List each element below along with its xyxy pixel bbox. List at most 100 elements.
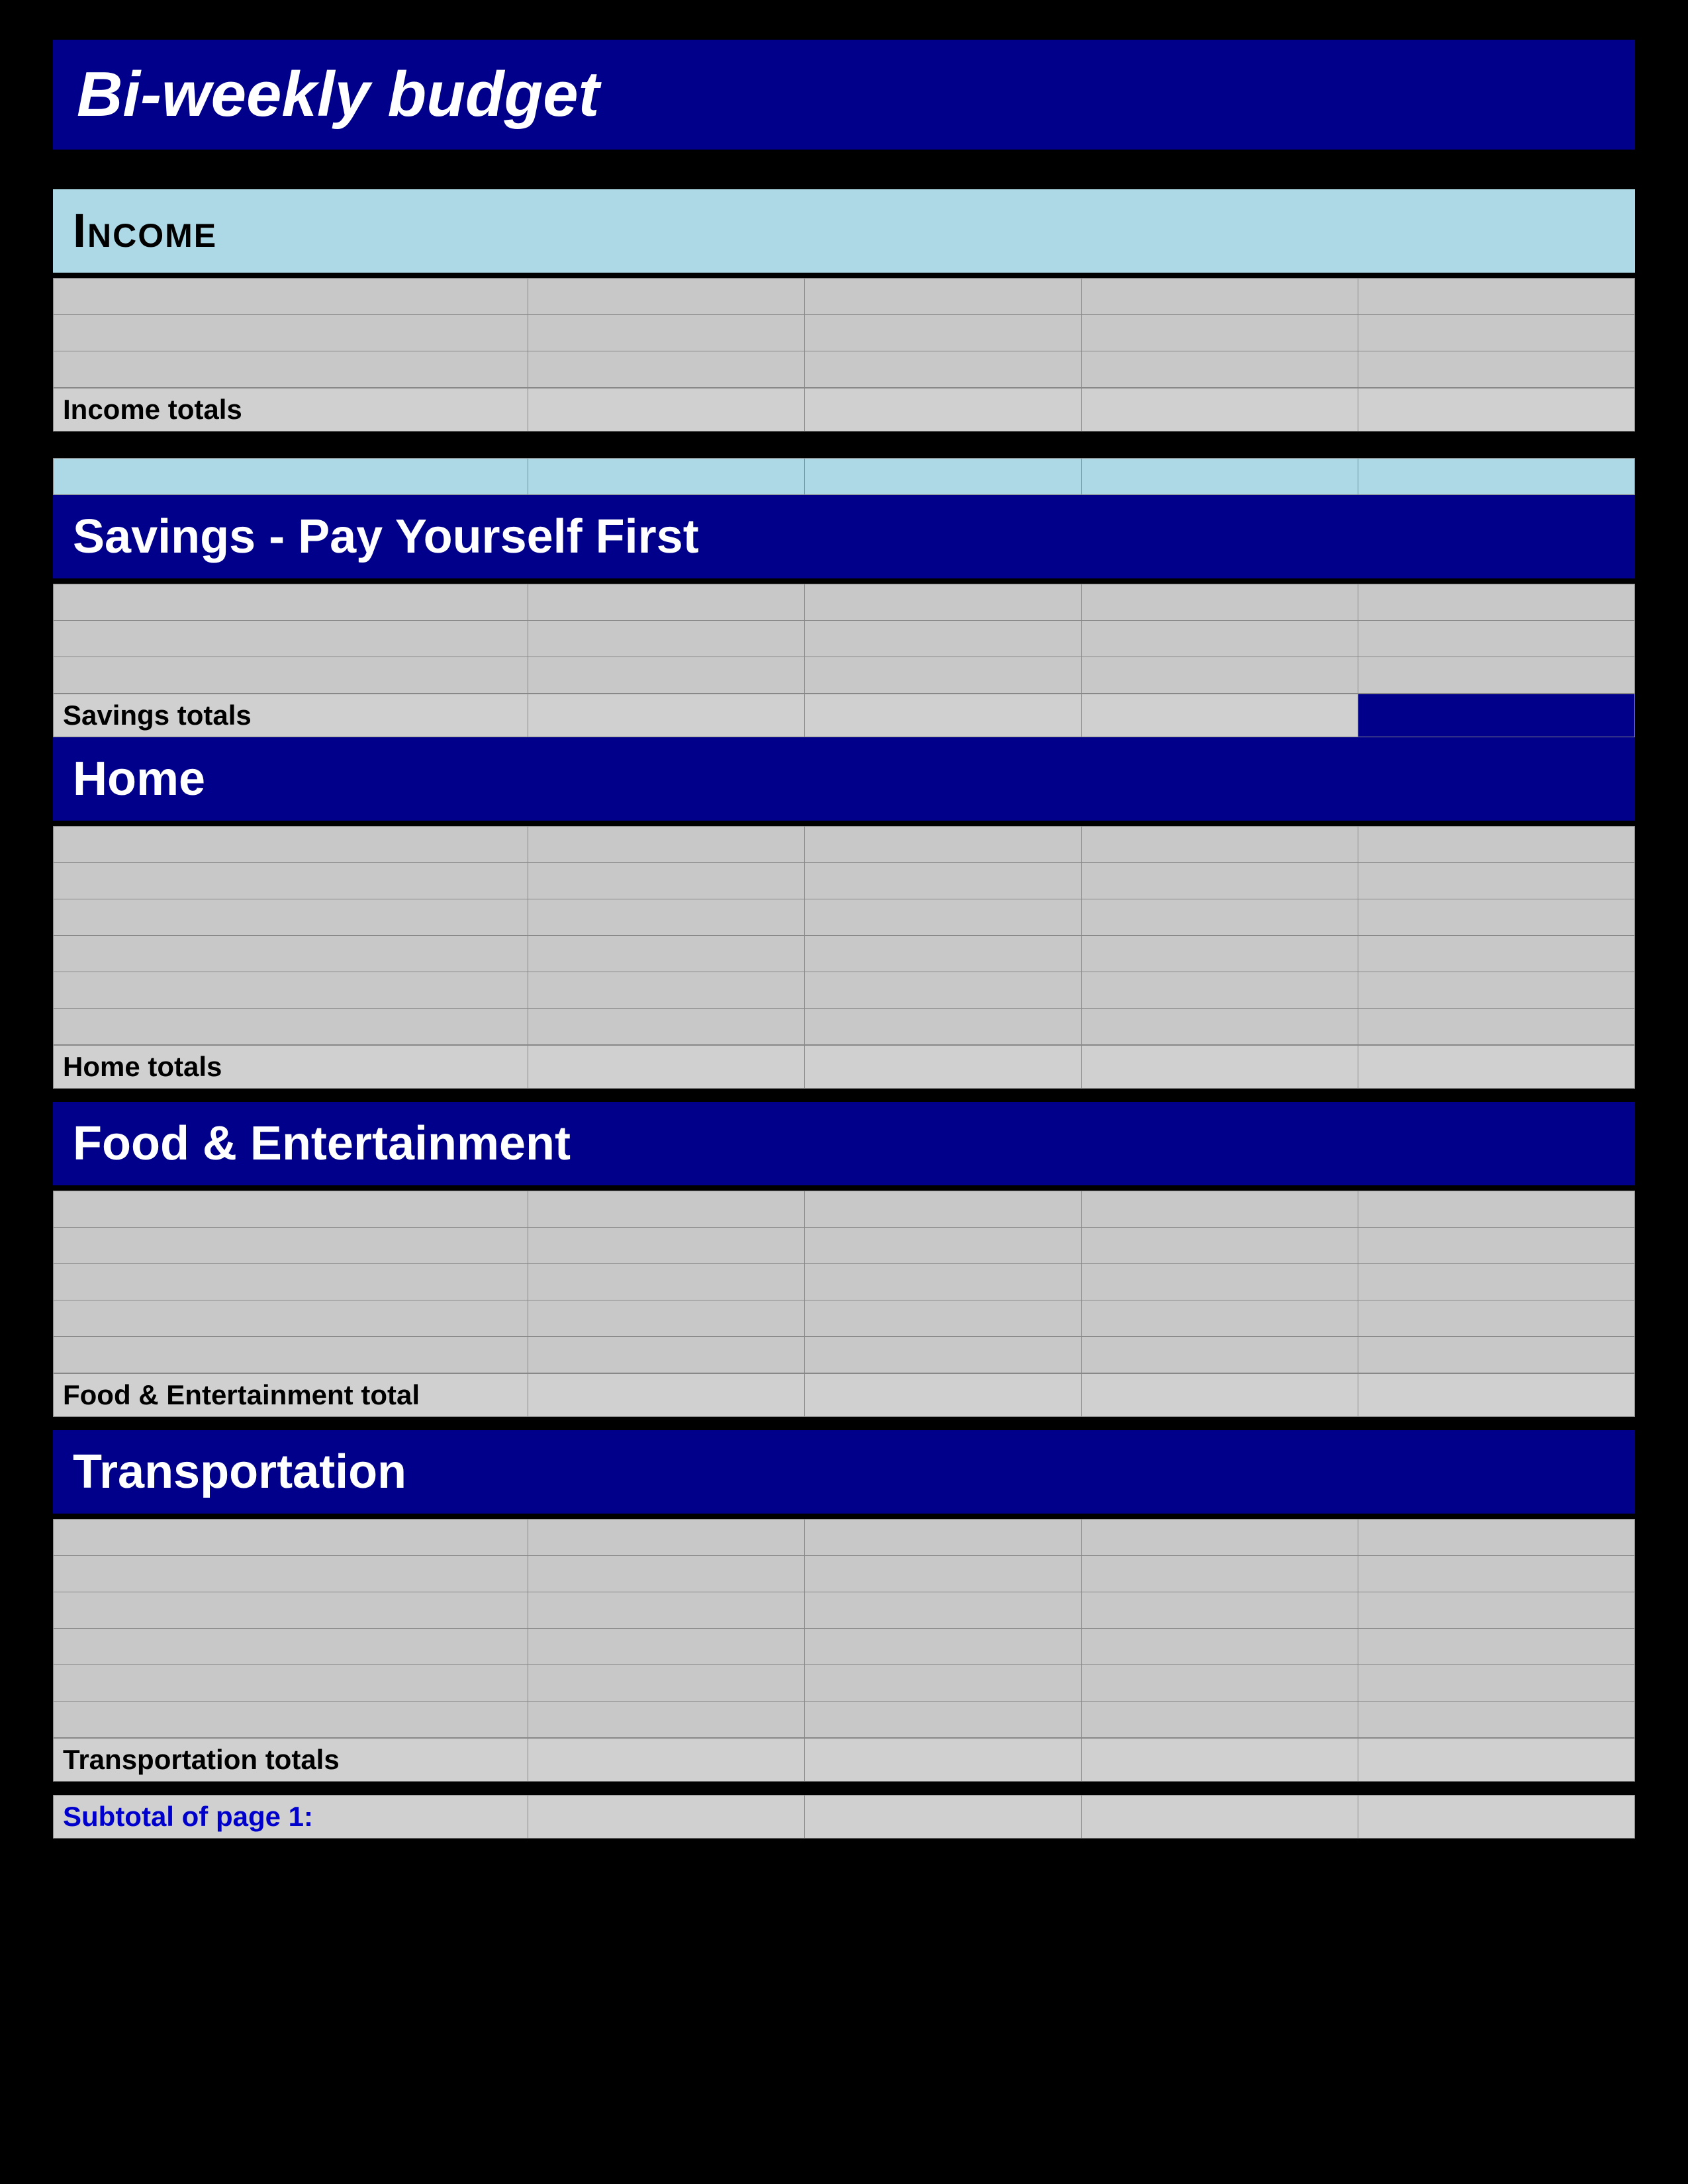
food-row-1-col-2 bbox=[528, 1191, 804, 1228]
home-row-2-col-3 bbox=[804, 863, 1081, 899]
food-row-3-col-2 bbox=[528, 1264, 804, 1300]
home-title: Home bbox=[73, 752, 1615, 806]
food-row-4-col-1 bbox=[54, 1300, 528, 1337]
savings-row-2-col-2 bbox=[528, 621, 804, 657]
home-row-2-col-4 bbox=[1081, 863, 1358, 899]
income-row-3-col-2 bbox=[528, 351, 804, 388]
trans-row-6-col-5 bbox=[1358, 1702, 1634, 1738]
savings-title: Savings - Pay Yourself First bbox=[73, 510, 1615, 564]
home-row-1-col-3 bbox=[804, 827, 1081, 863]
income-totals-col-4 bbox=[1081, 388, 1358, 432]
home-totals-label: Home totals bbox=[54, 1046, 528, 1089]
home-totals-table: Home totals bbox=[53, 1045, 1635, 1089]
trans-row-6 bbox=[54, 1702, 1635, 1738]
home-row-3-col-2 bbox=[528, 899, 804, 936]
home-row-6-col-4 bbox=[1081, 1009, 1358, 1045]
food-row-3-col-5 bbox=[1358, 1264, 1634, 1300]
lb-col-5 bbox=[1358, 459, 1634, 495]
savings-row-3-col-3 bbox=[804, 657, 1081, 694]
home-row-5-col-3 bbox=[804, 972, 1081, 1009]
savings-row-1-col-5 bbox=[1358, 584, 1634, 621]
home-row-2-col-2 bbox=[528, 863, 804, 899]
spacer-3 bbox=[53, 1417, 1635, 1430]
transportation-title: Transportation bbox=[73, 1445, 1615, 1499]
home-totals-col-4 bbox=[1081, 1046, 1358, 1089]
savings-data-table bbox=[53, 584, 1635, 694]
trans-row-1-col-4 bbox=[1081, 1520, 1358, 1556]
transportation-totals-col-4 bbox=[1081, 1739, 1358, 1782]
trans-row-5-col-2 bbox=[528, 1665, 804, 1702]
income-row-2-col-1 bbox=[54, 315, 528, 351]
home-row-5-col-2 bbox=[528, 972, 804, 1009]
home-row-4-col-1 bbox=[54, 936, 528, 972]
home-row-1 bbox=[54, 827, 1635, 863]
income-title: Income bbox=[73, 204, 1615, 258]
transportation-section-header: Transportation bbox=[53, 1430, 1635, 1514]
home-row-2-col-1 bbox=[54, 863, 528, 899]
home-row-6-col-3 bbox=[804, 1009, 1081, 1045]
home-totals-col-5 bbox=[1358, 1046, 1634, 1089]
food-totals-col-4 bbox=[1081, 1374, 1358, 1417]
home-row-1-col-2 bbox=[528, 827, 804, 863]
home-row-6-col-1 bbox=[54, 1009, 528, 1045]
home-row-4-col-5 bbox=[1358, 936, 1634, 972]
savings-totals-col-2 bbox=[528, 694, 804, 737]
home-row-4 bbox=[54, 936, 1635, 972]
title-bar: Bi-weekly budget bbox=[53, 40, 1635, 150]
home-row-3-col-1 bbox=[54, 899, 528, 936]
income-row-1-col-5 bbox=[1358, 279, 1634, 315]
food-row-2-col-3 bbox=[804, 1228, 1081, 1264]
trans-row-2-col-2 bbox=[528, 1556, 804, 1592]
savings-row-2-col-5 bbox=[1358, 621, 1634, 657]
home-row-3-col-5 bbox=[1358, 899, 1634, 936]
trans-row-5-col-5 bbox=[1358, 1665, 1634, 1702]
home-data-table bbox=[53, 826, 1635, 1045]
trans-row-6-col-4 bbox=[1081, 1702, 1358, 1738]
home-row-5-col-4 bbox=[1081, 972, 1358, 1009]
trans-row-3-col-4 bbox=[1081, 1592, 1358, 1629]
lb-col-4 bbox=[1081, 459, 1358, 495]
food-row-4 bbox=[54, 1300, 1635, 1337]
income-row-1-col-1 bbox=[54, 279, 528, 315]
transportation-totals-col-3 bbox=[804, 1739, 1081, 1782]
savings-row-1-col-2 bbox=[528, 584, 804, 621]
subtotal-col-4 bbox=[1081, 1796, 1358, 1839]
savings-totals-col-5 bbox=[1358, 694, 1634, 737]
food-row-3 bbox=[54, 1264, 1635, 1300]
trans-row-4-col-3 bbox=[804, 1629, 1081, 1665]
savings-row-2-col-3 bbox=[804, 621, 1081, 657]
trans-row-4-col-1 bbox=[54, 1629, 528, 1665]
trans-row-4 bbox=[54, 1629, 1635, 1665]
food-section-header: Food & Entertainment bbox=[53, 1102, 1635, 1185]
home-row-3 bbox=[54, 899, 1635, 936]
food-totals-col-2 bbox=[528, 1374, 804, 1417]
home-row-6-col-2 bbox=[528, 1009, 804, 1045]
home-row-2-col-5 bbox=[1358, 863, 1634, 899]
food-row-5-col-5 bbox=[1358, 1337, 1634, 1373]
home-totals-col-2 bbox=[528, 1046, 804, 1089]
savings-row-1-col-3 bbox=[804, 584, 1081, 621]
home-row-6-col-5 bbox=[1358, 1009, 1634, 1045]
home-totals-col-3 bbox=[804, 1046, 1081, 1089]
subtotal-label: Subtotal of page 1: bbox=[54, 1796, 528, 1839]
home-totals-row: Home totals bbox=[54, 1046, 1635, 1089]
home-row-5-col-1 bbox=[54, 972, 528, 1009]
food-title: Food & Entertainment bbox=[73, 1116, 1615, 1171]
trans-row-5-col-4 bbox=[1081, 1665, 1358, 1702]
home-row-3-col-3 bbox=[804, 899, 1081, 936]
income-totals-col-5 bbox=[1358, 388, 1634, 432]
lb-col-3 bbox=[804, 459, 1081, 495]
trans-row-6-col-1 bbox=[54, 1702, 528, 1738]
transportation-totals-table: Transportation totals bbox=[53, 1738, 1635, 1782]
food-row-1-col-3 bbox=[804, 1191, 1081, 1228]
transportation-data-table bbox=[53, 1519, 1635, 1738]
food-row-2-col-4 bbox=[1081, 1228, 1358, 1264]
home-row-1-col-1 bbox=[54, 827, 528, 863]
food-totals-col-3 bbox=[804, 1374, 1081, 1417]
income-row-3-col-3 bbox=[804, 351, 1081, 388]
home-row-4-col-4 bbox=[1081, 936, 1358, 972]
trans-row-4-col-5 bbox=[1358, 1629, 1634, 1665]
trans-row-4-col-4 bbox=[1081, 1629, 1358, 1665]
trans-row-1 bbox=[54, 1520, 1635, 1556]
home-row-1-col-4 bbox=[1081, 827, 1358, 863]
